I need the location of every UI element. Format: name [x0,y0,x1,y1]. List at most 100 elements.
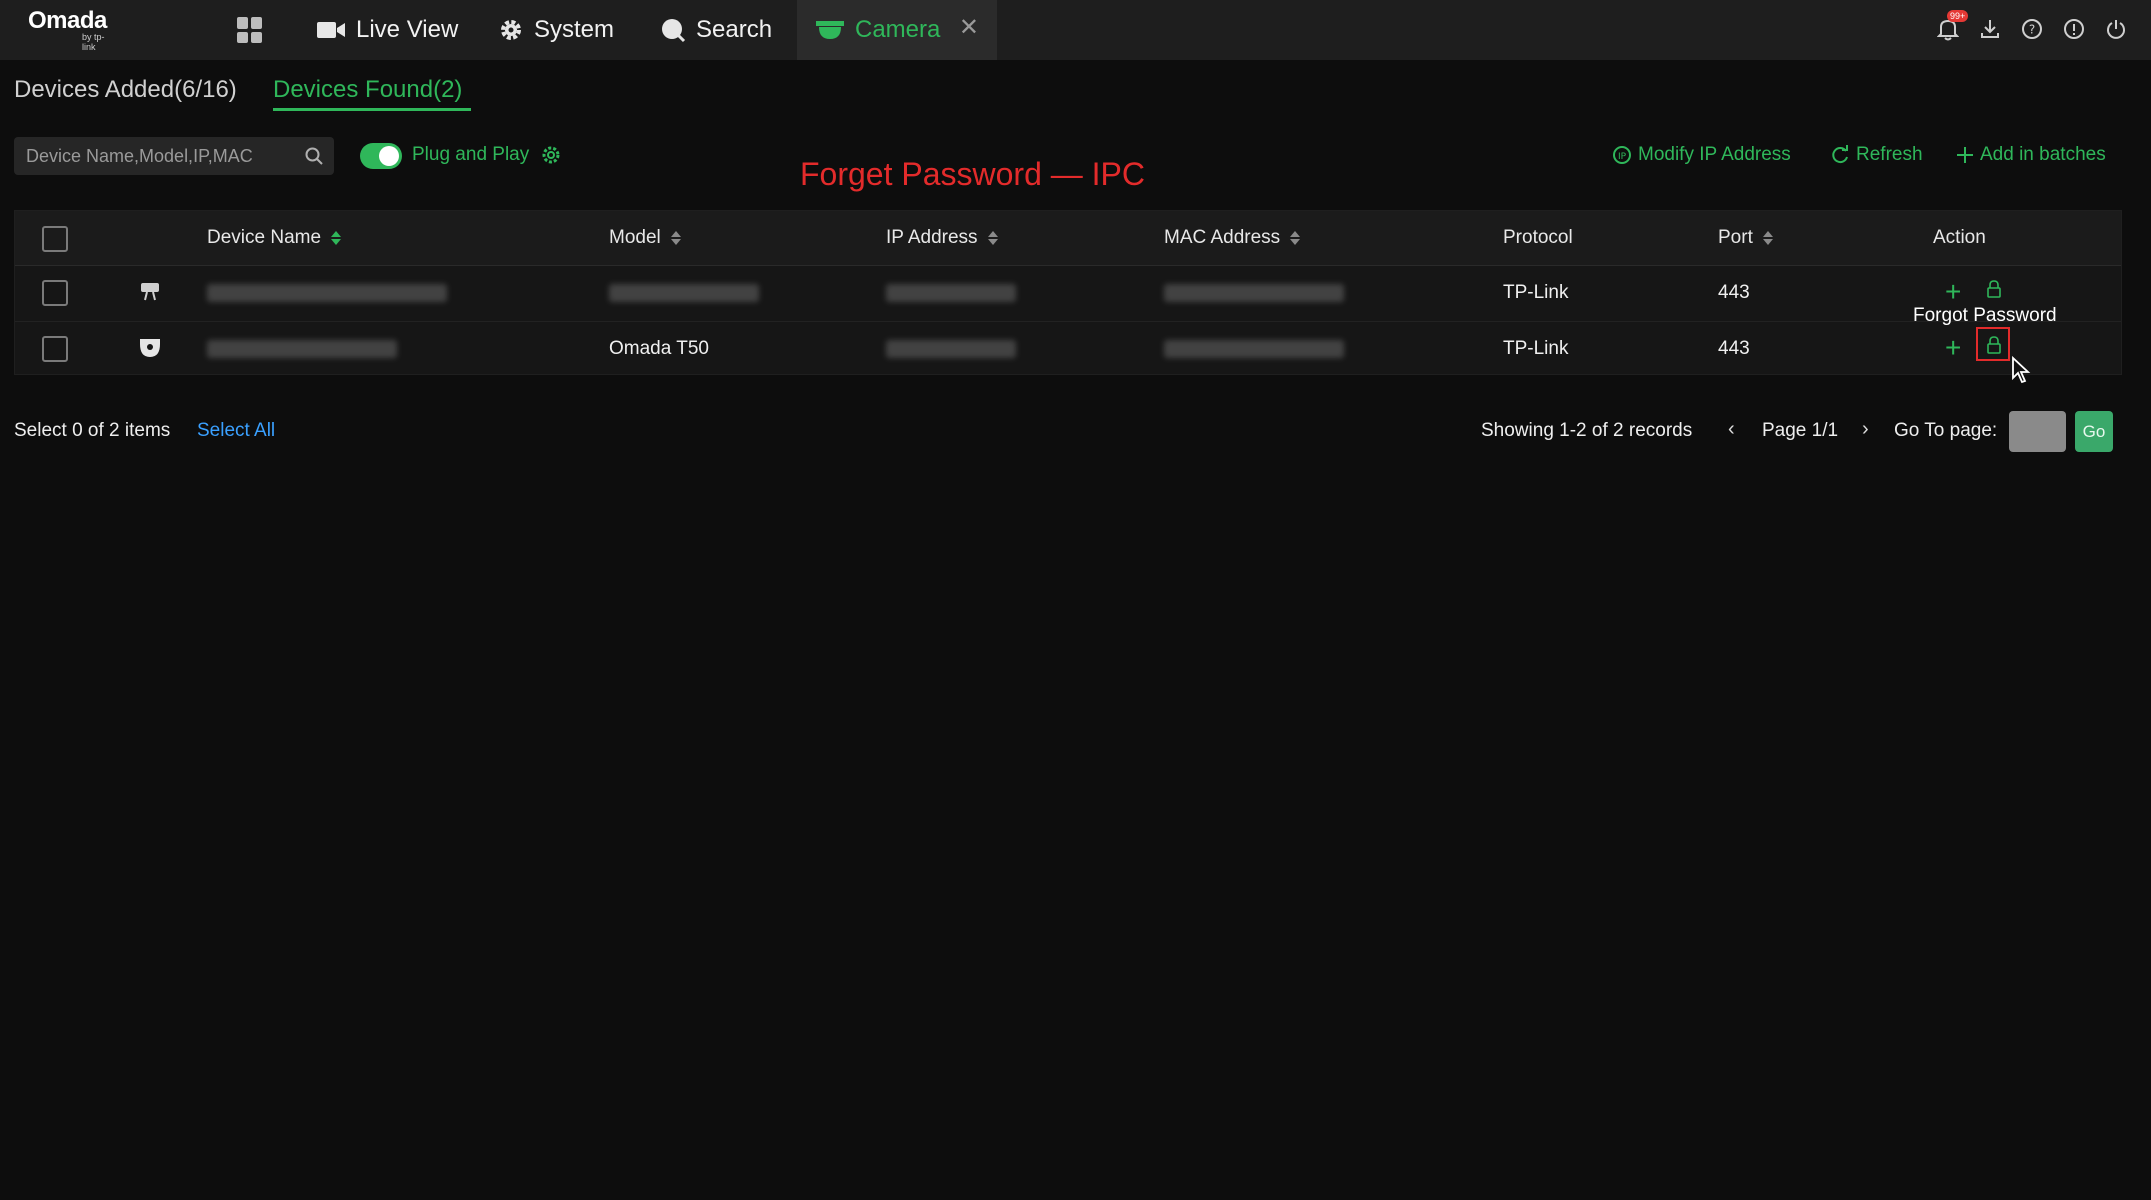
mac-redacted [1164,284,1344,302]
apps-grid-icon[interactable] [237,17,263,43]
svg-text:?: ? [2029,23,2035,37]
forgot-password-tooltip: Forgot Password [1913,305,2057,326]
mouse-cursor-icon [2011,355,2035,389]
devices-table: Device Name Model IP Address MAC Address… [14,210,2122,375]
table-row: Omada T50 TP-Link 443 + [15,321,2121,376]
device-search-input[interactable] [14,137,294,175]
col-model-label: Model [609,227,661,248]
port-cell: 443 [1718,282,1750,303]
search-icon[interactable] [304,146,324,171]
col-model[interactable]: Model [609,227,681,249]
device-name-redacted [207,340,397,358]
sort-icon[interactable] [1290,231,1301,245]
model-cell: Omada T50 [609,338,709,359]
select-all-checkbox[interactable] [42,226,68,252]
nav-live-view[interactable]: Live View [316,0,458,60]
page-indicator: Page 1/1 [1762,420,1839,441]
mac-redacted [1164,340,1344,358]
sort-icon[interactable] [1762,231,1773,245]
notification-badge: 99+ [1947,10,1969,22]
col-ip[interactable]: IP Address [886,227,998,249]
nav-live-view-label: Live View [356,16,459,43]
plug-and-play-label: Plug and Play [412,144,530,165]
info-icon[interactable] [2061,16,2087,42]
col-action: Action [1933,227,1986,249]
col-protocol-label: Protocol [1503,227,1573,248]
nav-system[interactable]: System [498,0,614,60]
protocol-cell: TP-Link [1503,282,1569,303]
row-checkbox[interactable] [42,336,68,362]
add-device-icon[interactable]: + [1945,278,1961,306]
col-action-label: Action [1933,227,1986,248]
goto-page-label: Go To page: [1894,420,1998,441]
sort-icon[interactable] [331,231,342,245]
refresh-label: Refresh [1856,144,1923,165]
forgot-password-lock-icon[interactable] [1986,280,2002,303]
add-device-icon[interactable]: + [1945,334,1961,362]
modify-ip-label: Modify IP Address [1638,144,1791,165]
goto-page-input[interactable] [2009,411,2066,452]
row-checkbox[interactable] [42,280,68,306]
col-mac-label: MAC Address [1164,227,1281,248]
device-name-redacted [207,284,447,302]
modify-ip-button[interactable]: IP Modify IP Address [1612,144,1791,166]
tab-devices-added[interactable]: Devices Added(6/16) [14,76,237,104]
top-right-icons: 99+ ? [1935,10,2129,42]
omada-logo[interactable]: Omada by tp-link [28,7,107,53]
dome-camera-icon [137,336,163,365]
search-nav-icon [660,17,686,43]
bullet-camera-icon [137,280,163,309]
video-camera-icon [316,19,346,41]
selection-count: Select 0 of 2 items [14,420,171,441]
logo-sub: by tp-link [82,32,105,52]
port-cell: 443 [1718,338,1750,359]
modify-ip-icon: IP [1613,146,1631,164]
notification-bell-icon[interactable]: 99+ [1935,10,1969,42]
download-icon[interactable] [1977,16,2003,42]
plus-icon [1957,147,1973,163]
nav-camera-label: Camera [855,16,941,43]
table-header: Device Name Model IP Address MAC Address… [15,211,2121,266]
protocol-cell: TP-Link [1503,338,1569,359]
sort-icon[interactable] [987,231,998,245]
logo-main: Omada [28,7,107,34]
add-in-batches-button[interactable]: Add in batches [1956,144,2106,166]
col-ip-label: IP Address [886,227,978,248]
next-page-icon[interactable]: › [1862,418,1869,441]
col-device-name[interactable]: Device Name [207,227,342,249]
col-mac[interactable]: MAC Address [1164,227,1301,249]
col-port-label: Port [1718,227,1753,248]
records-summary: Showing 1-2 of 2 records [1481,420,1693,441]
gear-icon [498,17,524,43]
select-all-link[interactable]: Select All [197,420,275,442]
help-icon[interactable]: ? [2019,16,2045,42]
plug-and-play-settings-icon[interactable] [540,144,562,171]
refresh-icon [1832,145,1848,164]
col-device-name-label: Device Name [207,227,322,248]
nav-camera-tab[interactable]: Camera ✕ [797,0,997,60]
table-row: TP-Link 443 + [15,266,2121,321]
ip-redacted [886,340,1016,358]
plug-and-play-toggle[interactable] [360,143,402,169]
nav-search-label: Search [696,16,773,43]
close-tab-icon[interactable]: ✕ [959,16,979,40]
nav-search[interactable]: Search [660,0,772,60]
tab-devices-found[interactable]: Devices Found(2) [273,76,462,104]
dome-camera-nav-icon [815,19,845,41]
top-bar: Omada by tp-link Live View System Search… [0,0,2151,60]
overlay-title: Forget Password — IPC [800,156,1145,192]
nav-system-label: System [534,16,615,43]
add-in-batches-label: Add in batches [1980,144,2106,165]
col-protocol: Protocol [1503,227,1573,249]
active-tab-underline [273,108,471,111]
power-icon[interactable] [2103,16,2129,42]
refresh-button[interactable]: Refresh [1830,144,1923,166]
col-port[interactable]: Port [1718,227,1773,249]
sort-icon[interactable] [670,231,681,245]
device-search-box [14,137,334,175]
forgot-password-lock-icon[interactable] [1986,336,2002,359]
go-button[interactable]: Go [2075,411,2113,452]
prev-page-icon[interactable]: ‹ [1728,418,1735,441]
svg-text:IP: IP [1618,152,1627,162]
model-redacted [609,284,759,302]
